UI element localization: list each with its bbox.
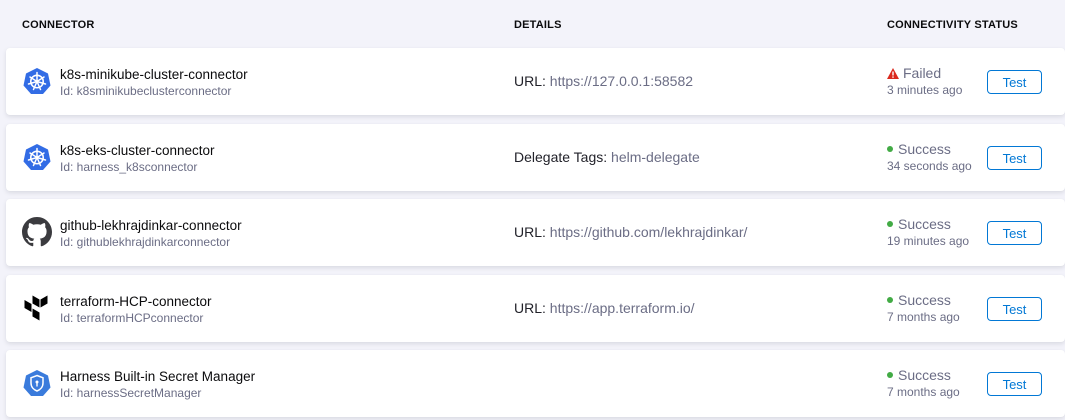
last-tested-time: 7 months ago <box>887 385 960 399</box>
column-header-connector[interactable]: CONNECTOR <box>22 19 95 31</box>
connector-id: Id: harness_k8sconnector <box>60 160 198 174</box>
status-success: Success <box>887 292 951 308</box>
connector-row[interactable]: k8s-eks-cluster-connector Id: harness_k8… <box>6 124 1065 191</box>
status-label: Success <box>898 367 951 383</box>
connector-details: URL: https://127.0.0.1:58582 <box>514 73 693 89</box>
success-dot-icon <box>887 297 893 303</box>
details-label: URL: <box>514 224 550 240</box>
last-tested-time: 19 minutes ago <box>887 234 970 248</box>
connector-id: Id: harnessSecretManager <box>60 386 202 400</box>
success-dot-icon <box>887 372 893 378</box>
connector-row[interactable]: k8s-minikube-cluster-connector Id: k8smi… <box>6 48 1065 115</box>
kubernetes-icon <box>22 66 52 96</box>
status-label: Failed <box>903 65 942 81</box>
connector-name[interactable]: k8s-eks-cluster-connector <box>60 143 215 158</box>
connector-id: Id: terraformHCPconnector <box>60 311 204 325</box>
status-failed: Failed <box>887 65 941 81</box>
connector-row[interactable]: Harness Built-in Secret Manager Id: harn… <box>6 350 1065 417</box>
details-label: Delegate Tags: <box>514 149 612 165</box>
status-label: Success <box>898 216 951 232</box>
secret-manager-icon <box>22 368 52 398</box>
details-label: URL: <box>514 73 550 89</box>
connector-name[interactable]: terraform-HCP-connector <box>60 294 212 309</box>
details-label: URL: <box>514 300 550 316</box>
github-icon <box>22 217 52 247</box>
connector-name[interactable]: Harness Built-in Secret Manager <box>60 369 255 384</box>
test-button[interactable]: Test <box>987 70 1042 94</box>
status-label: Success <box>898 292 951 308</box>
terraform-icon <box>22 293 52 323</box>
connector-details: URL: https://app.terraform.io/ <box>514 300 695 316</box>
last-tested-time: 34 seconds ago <box>887 159 972 173</box>
success-dot-icon <box>887 146 893 152</box>
connector-id: Id: githublekhrajdinkarconnector <box>60 235 231 249</box>
warning-icon <box>887 67 899 79</box>
table-header: CONNECTOR DETAILS CONNECTIVITY STATUS <box>0 0 1065 48</box>
connector-row[interactable]: terraform-HCP-connector Id: terraformHCP… <box>6 275 1065 342</box>
status-success: Success <box>887 367 951 383</box>
status-label: Success <box>898 141 951 157</box>
connector-name[interactable]: github-lekhrajdinkar-connector <box>60 218 242 233</box>
status-success: Success <box>887 216 951 232</box>
kubernetes-icon <box>22 142 52 172</box>
last-tested-time: 3 minutes ago <box>887 83 963 97</box>
details-value: https://github.com/lekhrajdinkar/ <box>549 224 748 240</box>
details-value: helm-delegate <box>611 149 700 165</box>
connector-name[interactable]: k8s-minikube-cluster-connector <box>60 67 248 82</box>
connector-details: Delegate Tags: helm-delegate <box>514 149 700 165</box>
test-button[interactable]: Test <box>987 221 1042 245</box>
status-success: Success <box>887 141 951 157</box>
connector-details: URL: https://github.com/lekhrajdinkar/ <box>514 224 747 240</box>
test-button[interactable]: Test <box>987 146 1042 170</box>
connector-id: Id: k8sminikubeclusterconnector <box>60 84 232 98</box>
details-value: https://app.terraform.io/ <box>549 300 695 316</box>
details-value: https://127.0.0.1:58582 <box>549 73 694 89</box>
test-button[interactable]: Test <box>987 372 1042 396</box>
success-dot-icon <box>887 221 893 227</box>
connector-row[interactable]: github-lekhrajdinkar-connector Id: githu… <box>6 199 1065 266</box>
last-tested-time: 7 months ago <box>887 310 960 324</box>
test-button[interactable]: Test <box>987 297 1042 321</box>
column-header-details: DETAILS <box>514 19 562 31</box>
column-header-status[interactable]: CONNECTIVITY STATUS <box>887 19 1018 31</box>
